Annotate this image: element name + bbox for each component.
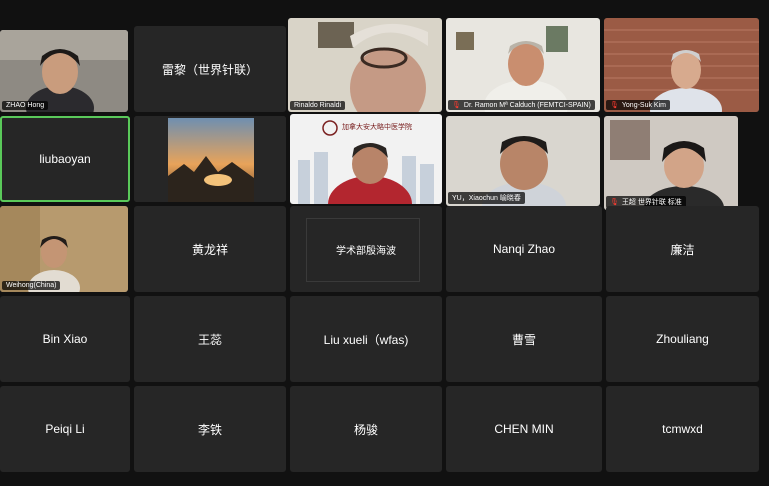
muted-mic-icon: 🎙 (610, 199, 619, 206)
participant-video (604, 18, 759, 112)
participant-tile-sunset-photo[interactable] (134, 116, 286, 202)
participant-name-label: YU，Xiaochun 喻晓春 (448, 192, 525, 204)
participant-video (0, 30, 128, 112)
participant-name-label: Rinaldo Rinaldi (290, 101, 346, 110)
participant-tile-lei-li[interactable]: 雷黎（世界针联） (134, 26, 286, 112)
participant-profile-picture (134, 116, 286, 202)
participant-name: 李铁 (197, 422, 222, 437)
participant-name-label: Weihong(China) (2, 281, 61, 290)
participant-tile-yin-haibo[interactable]: 学术部殷海波 (290, 206, 442, 292)
participant-name: 学术部殷海波 (336, 245, 396, 257)
participant-tile-yong-suk-kim[interactable]: 🎙 Yong-Suk Kim (604, 18, 759, 112)
participant-name: Nanqi Zhao (492, 242, 556, 256)
participant-tile-huang-longxiang[interactable]: 黄龙祥 (134, 206, 286, 292)
participant-tile-cao-xue[interactable]: 曹雪 (446, 296, 602, 382)
participant-name: liubaoyan (39, 152, 91, 166)
participant-name: 廉洁 (670, 242, 695, 257)
participant-tile-ramon-calduch[interactable]: 🎙 Dr. Ramon Mª Calduch (FEMTCI-SPAIN) (446, 18, 600, 112)
participant-name: Bin Xiao (42, 332, 88, 346)
participant-video (0, 206, 128, 292)
participant-name: CHEN MIN (494, 422, 554, 436)
participant-tile-yu-xiaochun[interactable]: YU，Xiaochun 喻晓春 (446, 116, 600, 206)
participant-name: 王蕊 (197, 332, 222, 347)
participant-name: Zhouliang (656, 332, 709, 346)
participant-name: Peiqi Li (45, 422, 85, 436)
participant-tile-yang-jun[interactable]: 杨骏 (290, 386, 442, 472)
participant-tile-liu-xueli[interactable]: Liu xueli（wfas) (290, 296, 442, 382)
organization-banner: 加拿大安大略中医学院 (342, 124, 412, 131)
participant-tile-tcmwxd[interactable]: tcmwxd (606, 386, 759, 472)
participant-tile-peiqi-li[interactable]: Peiqi Li (0, 386, 130, 472)
muted-mic-icon: 🎙 (452, 102, 461, 109)
participant-name: 杨骏 (353, 422, 378, 437)
participant-name: 黄龙祥 (191, 242, 228, 257)
participant-name-label: ZHAO Hong (2, 101, 49, 110)
participant-tile-bin-xiao[interactable]: Bin Xiao (0, 296, 130, 382)
participant-tile-wang-chao[interactable]: 🎙 王超 世界针联 标准 (604, 116, 738, 210)
participant-name: tcmwxd (662, 422, 703, 436)
participant-tile-zhouliang[interactable]: Zhouliang (606, 296, 759, 382)
muted-mic-icon: 🎙 (610, 102, 619, 109)
participant-tile-zhao-hong[interactable]: ZHAO Hong (0, 30, 128, 112)
participant-name: 曹雪 (511, 332, 536, 347)
participant-tile-wang-rui[interactable]: 王蕊 (134, 296, 286, 382)
participant-name: Liu xueli（wfas) (323, 332, 409, 347)
participant-name-label: 🎙 Yong-Suk Kim (606, 100, 670, 110)
participant-tile-chen-min[interactable]: CHEN MIN (446, 386, 602, 472)
participant-tile-nanqi-zhao[interactable]: Nanqi Zhao (446, 206, 602, 292)
participant-tile-weihong[interactable]: Weihong(China) (0, 206, 128, 292)
participant-tile-rinaldo-rinaldi[interactable]: Rinaldo Rinaldi (288, 18, 442, 112)
participant-tile-ontario-college[interactable]: 加拿大安大略中医学院 (290, 114, 442, 204)
participant-video (446, 18, 600, 112)
participant-tile-lian-jie[interactable]: 廉洁 (606, 206, 759, 292)
participant-name-label: 🎙 Dr. Ramon Mª Calduch (FEMTCI-SPAIN) (448, 100, 595, 110)
participant-video (288, 18, 442, 112)
participant-tile-liubaoyan[interactable]: liubaoyan (0, 116, 130, 202)
participant-name: 雷黎（世界针联） (161, 62, 258, 77)
participant-tile-li-tie[interactable]: 李铁 (134, 386, 286, 472)
